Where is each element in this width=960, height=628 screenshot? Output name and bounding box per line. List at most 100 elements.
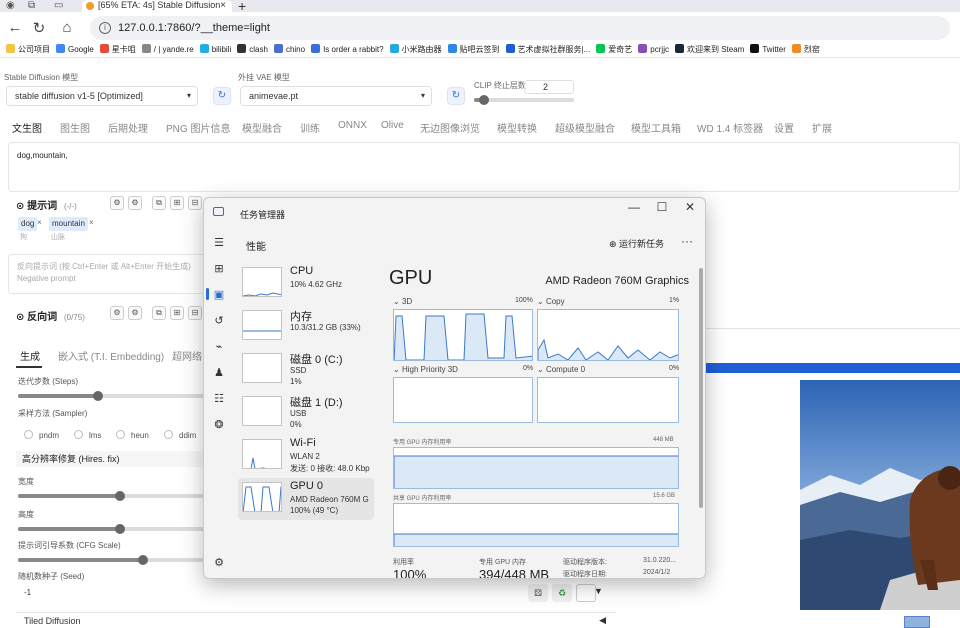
minimize-icon[interactable]: — [620,200,648,214]
device-0[interactable]: CPU 10% 4.62 GHz [238,263,374,305]
tab-9[interactable]: 模型转换 [497,120,537,135]
tab-1[interactable]: 图生图 [60,120,90,135]
bookmark-item[interactable]: 艺术虚拟社群服务|... [505,44,590,56]
device-2[interactable]: 磁盘 0 (C:) SSD 1% [238,349,374,391]
bookmark-item[interactable]: pcrjjc [638,44,669,56]
bookmark-item[interactable]: 欢迎来到 Steam [674,44,744,56]
extra-checkbox[interactable] [576,584,596,602]
tab-2[interactable]: 后期处理 [108,120,148,135]
bookmark-item[interactable]: Twitter [750,44,786,56]
copy-icon[interactable]: ⧉ [152,196,166,210]
slider-knob[interactable] [115,524,125,534]
device-1[interactable]: 内存 10.3/31.2 GB (33%) [238,306,374,348]
users-icon[interactable]: ♟ [212,366,226,380]
tab-actions-icon[interactable]: ⧉ [28,0,35,11]
bookmark-item[interactable]: 星卡咀 [99,44,136,56]
startup-icon[interactable]: ⌁ [212,340,226,354]
bookmark-item[interactable]: chino [273,44,305,56]
address-bar[interactable]: i 127.0.0.1:7860/?__theme=light [90,16,950,40]
more-options-icon[interactable]: ··· [681,234,693,248]
tab-10[interactable]: 超级模型融合 [555,120,615,135]
prompt-section-header[interactable]: ⊙ 提示词 (-/-) [16,197,77,212]
scrollbar-thumb[interactable] [699,268,703,508]
tab-close-icon[interactable]: × [220,0,226,11]
translate-icon[interactable]: ⚙ [128,196,142,210]
sidebar-icon[interactable]: ▭ [54,0,63,11]
clip-skip-input[interactable]: 2 [524,80,574,94]
negative-section-header[interactable]: ⊙ 反向词 (0/75) [16,308,85,323]
bookmark-item[interactable]: Google [56,44,94,56]
tab-0[interactable]: 文生图 [12,120,42,135]
paste-icon[interactable]: ⊞ [170,196,184,210]
seed-input[interactable]: -1 [16,585,206,601]
bookmark-item[interactable]: 烈窑 [791,44,820,56]
bookmark-item[interactable]: / | yande.re [141,44,194,56]
bookmark-item[interactable]: bilibili [199,44,231,56]
services-icon[interactable]: ❂ [212,418,226,432]
model-refresh-button[interactable]: ↻ [213,87,231,105]
tab-11[interactable]: 模型工具箱 [631,120,681,135]
height-slider[interactable] [18,524,204,534]
bookmark-item[interactable]: 公司项目 [6,44,50,56]
prompt-tag[interactable]: dog [18,217,38,231]
bookmark-item[interactable]: 小米路由器 [389,44,442,56]
dice-icon[interactable]: ⚄ [528,584,548,602]
settings-gear-icon[interactable]: ⚙ [212,556,226,570]
gen-tab-1[interactable]: 嵌入式 (T.I. Embedding) [58,348,164,363]
app-history-icon[interactable]: ↺ [212,314,226,328]
gen-tab-2[interactable]: 超网络 [172,348,202,363]
vae-refresh-button[interactable]: ↻ [447,87,465,105]
run-new-task-button[interactable]: ⊕ 运行新任务 [609,237,664,250]
tab-5[interactable]: 训练 [300,120,320,135]
tab-4[interactable]: 模型融合 [242,120,282,135]
slider-knob[interactable] [138,555,148,565]
slider-knob[interactable] [479,95,489,105]
clear-icon[interactable]: ⊟ [188,196,202,210]
sampler-radio[interactable]: ddim [164,430,196,440]
gen-tab-0[interactable]: 生成 [20,348,40,363]
device-3[interactable]: 磁盘 1 (D:) USB 0% [238,392,374,434]
copy-icon[interactable]: ⧉ [152,306,166,320]
paste-icon[interactable]: ⊞ [170,306,184,320]
bookmark-item[interactable]: 爱奇艺 [596,44,632,56]
sampler-radio[interactable]: heun [116,430,149,440]
tab-3[interactable]: PNG 图片信息 [166,120,230,135]
clear-icon[interactable]: ⊟ [188,306,202,320]
prompt-tag[interactable]: mountain [49,217,88,231]
recycle-icon[interactable]: ♻ [552,584,572,602]
generated-image[interactable] [800,380,960,610]
details-icon[interactable]: ☷ [212,392,226,406]
bookmark-item[interactable]: 贴吧云签到 [447,44,500,56]
tab-13[interactable]: 设置 [774,120,794,135]
processes-icon[interactable]: ⊞ [212,262,226,276]
gear-icon[interactable]: ⚙ [110,306,124,320]
tab-12[interactable]: WD 1.4 标签器 [697,120,763,135]
bookmark-item[interactable]: Is order a rabbit? [311,44,384,56]
menu-icon[interactable]: ☰ [212,236,226,250]
profile-icon[interactable]: ◉ [6,0,15,11]
maximize-icon[interactable]: ☐ [648,200,676,214]
tag-remove-icon[interactable]: × [89,218,94,227]
width-slider[interactable] [18,491,204,501]
home-icon[interactable]: ⌂ [58,19,76,36]
sampler-radio[interactable]: lms [74,430,101,440]
tab-14[interactable]: 扩展 [812,120,832,135]
steps-slider[interactable] [18,391,204,401]
device-5[interactable]: GPU 0 AMD Radeon 760M G 100% (49 °C) [238,478,374,520]
prompt-input[interactable]: dog,mountain, [8,142,960,192]
hires-fix-toggle[interactable]: 高分辨率修复 (Hires. fix) [16,451,206,467]
slider-knob[interactable] [93,391,103,401]
vae-dropdown[interactable]: animevae.pt ▾ [240,86,432,106]
tag-remove-icon[interactable]: × [37,218,42,227]
device-4[interactable]: Wi-Fi WLAN 2 发送: 0 接收: 48.0 Kbp [238,435,374,477]
browser-tab-active[interactable]: [65% ETA: 4s] Stable Diffusion × [82,0,232,12]
slider-knob[interactable] [115,491,125,501]
cfg-slider[interactable] [18,555,204,565]
image-thumbnail[interactable] [904,616,930,628]
tab-8[interactable]: 无边图像浏览 [420,120,480,135]
tiled-diffusion-accordion[interactable]: Tiled Diffusion ◀ [16,612,616,628]
sampler-radio[interactable]: pndm [24,430,59,440]
close-icon[interactable]: ✕ [676,200,704,214]
site-info-icon[interactable]: i [99,22,111,34]
negative-prompt-input[interactable]: 反向提示词 (按 Ctrl+Enter 或 Alt+Enter 开始生成) Ne… [8,254,204,294]
